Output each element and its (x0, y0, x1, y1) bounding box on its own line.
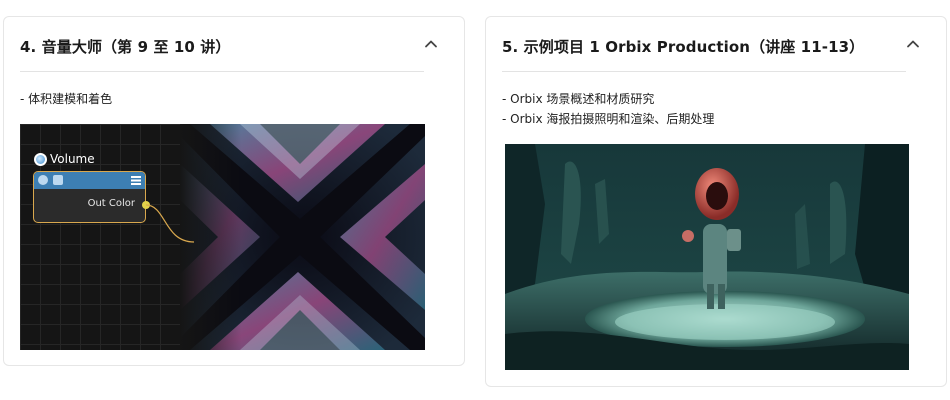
bullet-item: - Orbix 海报拍摄照明和渲染、后期处理 (502, 112, 715, 126)
lecture-card-4: 4. 音量大师（第 9 至 10 讲） - 体积建模和着色 Volume Out… (3, 16, 465, 366)
volume-node-label: Volume (50, 152, 95, 166)
node-wire (146, 204, 195, 243)
bullet-list: - Orbix 场景概述和材质研究 - Orbix 海报拍摄照明和渲染、后期处理 (502, 89, 714, 129)
volume-node-icon (34, 152, 47, 166)
chevron-up-icon[interactable] (424, 37, 438, 51)
image-icon (53, 175, 63, 185)
orbix-scene-image (505, 144, 909, 370)
chevron-up-icon[interactable] (906, 37, 920, 51)
divider (20, 71, 424, 72)
moon-landscape-art (505, 144, 909, 370)
bullet-item: - Orbix 场景概述和材质研究 (502, 92, 655, 106)
node-output-label: Out Color (87, 198, 135, 209)
card-title[interactable]: 5. 示例项目 1 Orbix Production（讲座 11-13） (502, 35, 906, 57)
shader-icon (38, 175, 48, 185)
divider (502, 71, 906, 72)
volume-node: Out Color (33, 171, 146, 223)
volume-node-title: Volume (34, 152, 95, 166)
node-header (34, 172, 145, 189)
menu-icon (131, 176, 141, 185)
bullet-item: - 体积建模和着色 (20, 92, 113, 106)
bullet-list: - 体积建模和着色 (20, 89, 112, 109)
volume-node-image: Volume Out Color (20, 124, 425, 350)
lecture-card-5: 5. 示例项目 1 Orbix Production（讲座 11-13） - O… (485, 16, 947, 387)
card-title[interactable]: 4. 音量大师（第 9 至 10 讲） (20, 35, 424, 57)
x-shape-volume-art (180, 124, 425, 350)
